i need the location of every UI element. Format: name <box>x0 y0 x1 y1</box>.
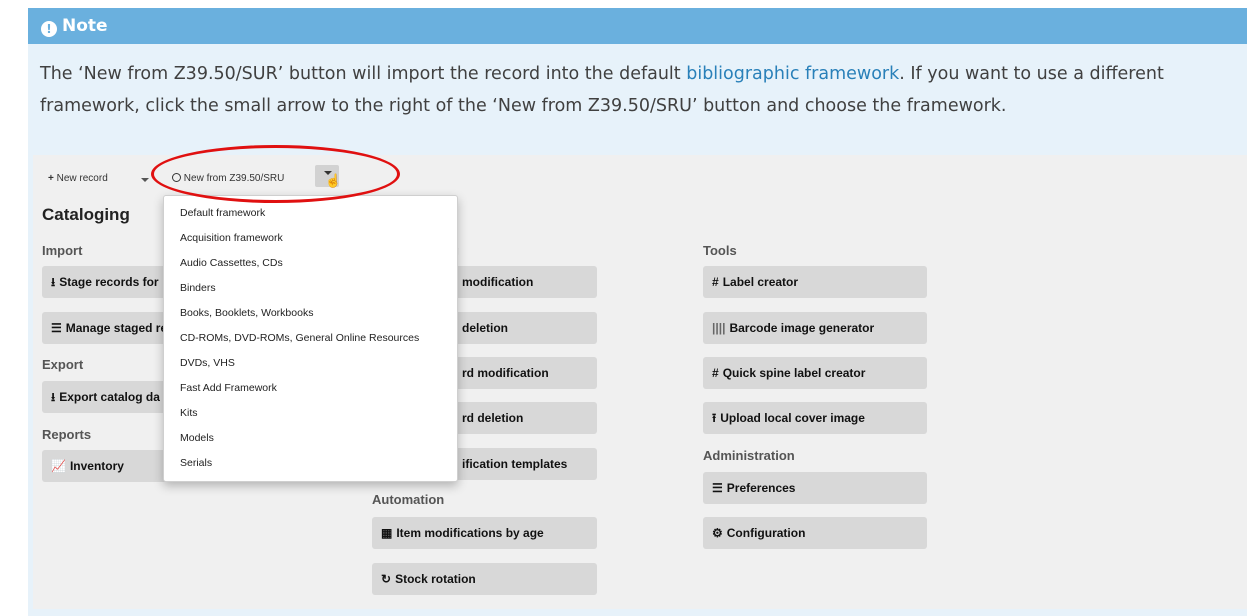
label-creator-label: Label creator <box>722 275 799 289</box>
note-title: Note <box>62 16 108 36</box>
menu-item-binders[interactable]: Binders <box>180 282 216 294</box>
hash-icon: # <box>712 366 719 380</box>
preferences-button[interactable]: ☰ Preferences <box>703 472 927 504</box>
menu-item-serials[interactable]: Serials <box>180 457 212 469</box>
note-header: ! Note <box>28 8 1247 44</box>
hash-icon: # <box>712 275 719 289</box>
export-catalog-label: Export catalog da <box>59 390 160 404</box>
menu-item-default-framework[interactable]: Default framework <box>180 207 265 219</box>
section-import: Import <box>42 243 83 258</box>
menu-item-acquisition-framework[interactable]: Acquisition framework <box>180 232 283 244</box>
upload-icon: ⭳ <box>51 275 56 289</box>
batch-item-modification-label: modification <box>462 275 534 289</box>
configuration-label: Configuration <box>726 526 806 540</box>
bibliographic-framework-link[interactable]: bibliographic framework <box>686 64 899 84</box>
menu-item-fast-add[interactable]: Fast Add Framework <box>180 382 277 394</box>
refresh-icon: ↻ <box>381 572 392 586</box>
upload-icon: ⭱ <box>712 411 717 425</box>
menu-item-books[interactable]: Books, Booklets, Workbooks <box>180 307 313 319</box>
barcode-generator-button[interactable]: |||| Barcode image generator <box>703 312 927 344</box>
framework-dropdown-menu: Default framework Acquisition framework … <box>163 195 458 482</box>
barcode-icon: |||| <box>712 321 726 335</box>
menu-item-audio-cassettes[interactable]: Audio Cassettes, CDs <box>180 257 283 269</box>
quick-spine-label: Quick spine label creator <box>722 366 866 380</box>
calendar-icon: ▦ <box>381 526 393 540</box>
new-record-label: New record <box>56 173 108 184</box>
stock-rotation-button[interactable]: ↻ Stock rotation <box>372 563 597 595</box>
plus-icon: + <box>48 173 54 184</box>
batch-item-deletion-label: deletion <box>462 321 509 335</box>
stock-rotation-label: Stock rotation <box>395 572 476 586</box>
list-icon: ☰ <box>51 321 62 335</box>
menu-item-cd-roms[interactable]: CD-ROMs, DVD-ROMs, General Online Resour… <box>180 332 419 344</box>
barcode-generator-label: Barcode image generator <box>729 321 875 335</box>
note-text-part-1: The ‘New from Z39.50/SUR’ button will im… <box>40 64 687 84</box>
page-title: Cataloging <box>42 205 130 224</box>
quick-spine-button[interactable]: # Quick spine label creator <box>703 357 927 389</box>
item-mods-by-age-label: Item modifications by age <box>396 526 544 540</box>
menu-item-dvds[interactable]: DVDs, VHS <box>180 357 235 369</box>
section-export: Export <box>42 357 84 372</box>
manage-staged-button[interactable]: ☰ Manage staged re <box>42 312 172 344</box>
line-chart-icon: 📈 <box>51 459 66 473</box>
upload-cover-button[interactable]: ⭱ Upload local cover image <box>703 402 927 434</box>
download-icon: ⭳ <box>51 390 56 404</box>
label-creator-button[interactable]: # Label creator <box>703 266 927 298</box>
new-record-button[interactable]: + New record <box>48 173 108 184</box>
exclamation-circle-icon: ! <box>41 21 57 37</box>
batch-record-modification-label: rd modification <box>462 366 549 380</box>
menu-item-kits[interactable]: Kits <box>180 407 198 419</box>
new-record-caret-icon[interactable] <box>141 178 149 182</box>
preferences-label: Preferences <box>726 481 796 495</box>
manage-staged-label: Manage staged re <box>65 321 168 335</box>
section-automation: Automation <box>372 492 445 507</box>
cogs-icon: ⚙ <box>712 526 723 540</box>
note-text: The ‘New from Z39.50/SUR’ button will im… <box>40 58 1220 122</box>
upload-cover-label: Upload local cover image <box>720 411 865 425</box>
configuration-button[interactable]: ⚙ Configuration <box>703 517 927 549</box>
export-catalog-button[interactable]: ⭳ Export catalog da <box>42 381 172 413</box>
section-reports: Reports <box>42 427 92 442</box>
modification-templates-label: ification templates <box>462 457 568 471</box>
inventory-button[interactable]: 📈 Inventory <box>42 450 172 482</box>
inventory-label: Inventory <box>69 459 124 473</box>
stage-records-button[interactable]: ⭳ Stage records for <box>42 266 172 298</box>
section-tools: Tools <box>703 243 737 258</box>
item-mods-by-age-button[interactable]: ▦ Item modifications by age <box>372 517 597 549</box>
menu-item-models[interactable]: Models <box>180 432 214 444</box>
section-administration: Administration <box>703 448 795 463</box>
sliders-icon: ☰ <box>712 481 723 495</box>
stage-records-label: Stage records for <box>59 275 159 289</box>
highlight-oval <box>151 145 400 203</box>
batch-record-deletion-label: rd deletion <box>462 411 524 425</box>
